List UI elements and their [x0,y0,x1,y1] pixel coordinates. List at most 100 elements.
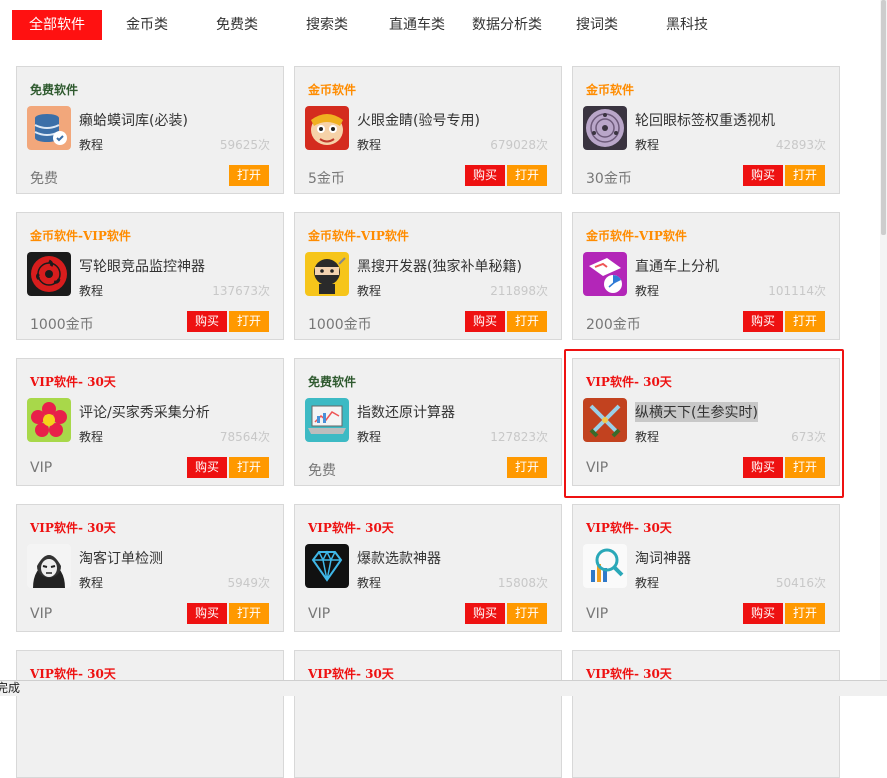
flower-icon[interactable] [27,398,71,442]
usage-count: 42893次 [775,138,826,152]
price-label: VIP [308,606,331,622]
usage-count: 127823次 [490,430,548,444]
open-button[interactable]: 打开 [785,165,825,186]
open-button[interactable]: 打开 [507,457,547,478]
usage-count: 59625次 [219,138,270,152]
tutorial-link[interactable]: 教程 [357,136,381,153]
buy-button[interactable]: 购买 [187,457,227,478]
usage-count: 101114次 [768,284,826,298]
buy-button[interactable]: 购买 [743,165,783,186]
tab-keyword-search[interactable]: 搜词类 [562,10,632,40]
ninja-icon[interactable] [305,252,349,296]
tutorial-link[interactable]: 教程 [635,136,659,153]
tutorial-link[interactable]: 教程 [79,282,103,299]
buy-button[interactable]: 购买 [465,165,505,186]
price-label: VIP [586,606,609,622]
tutorial-link[interactable]: 教程 [357,574,381,591]
price-label: 5金币 [308,171,345,187]
price-label: 30金币 [586,171,632,187]
usage-count: 78564次 [219,430,270,444]
category-tabs: 全部软件 金币类 免费类 搜索类 直通车类 数据分析类 搜词类 黑科技 [0,0,880,50]
sharingan-eye-icon[interactable] [27,252,71,296]
open-button[interactable]: 打开 [785,603,825,624]
buy-button[interactable]: 购买 [187,603,227,624]
software-card: 金币软件-VIP软件 直通车上分机 教程 101114次 200金币 购买 打开 [572,212,840,340]
card-type-label: VIP软件- 30天 [308,521,394,535]
software-name[interactable]: 黑搜开发器(独家补单秘籍) [357,256,522,276]
price-label: 1000金币 [308,317,372,333]
open-button[interactable]: 打开 [785,311,825,332]
software-card: VIP软件- 30天 爆款选款神器 教程 15808次 VIP 购买 打开 [294,504,562,632]
tab-free[interactable]: 免费类 [202,10,272,40]
software-card: 免费软件 癞蛤蟆词库(必装) 教程 59625次 免费 打开 [16,66,284,194]
tab-through-train[interactable]: 直通车类 [382,10,452,40]
card-type-label: 免费软件 [30,83,79,97]
tutorial-link[interactable]: 教程 [357,282,381,299]
pie-chart-icon[interactable] [583,252,627,296]
software-name[interactable]: 评论/买家秀采集分析 [79,402,210,422]
tutorial-link[interactable]: 教程 [357,428,381,445]
buy-button[interactable]: 购买 [465,603,505,624]
laptop-chart-icon[interactable] [305,398,349,442]
usage-count: 679028次 [490,138,548,152]
rinnegan-eye-icon[interactable] [583,106,627,150]
tab-black-tech[interactable]: 黑科技 [652,10,722,40]
open-button[interactable]: 打开 [229,603,269,624]
card-type-label: 免费软件 [308,375,357,389]
usage-count: 137673次 [212,284,270,298]
tutorial-link[interactable]: 教程 [79,428,103,445]
price-label: 免费 [308,463,336,479]
tutorial-link[interactable]: 教程 [635,574,659,591]
software-card: 免费软件 指数还原计算器 教程 127823次 免费 打开 [294,358,562,486]
software-name[interactable]: 火眼金睛(验号专用) [357,110,480,130]
price-label: VIP [30,460,53,476]
tab-gold-coin[interactable]: 金币类 [112,10,182,40]
vertical-scrollbar[interactable] [880,0,887,680]
software-card: VIP软件- 30天 [294,650,562,778]
software-name[interactable]: 写轮眼竞品监控神器 [79,256,205,276]
buy-button[interactable]: 购买 [743,603,783,624]
software-name[interactable]: 直通车上分机 [635,256,719,276]
tutorial-link[interactable]: 教程 [635,282,659,299]
card-type-label: 金币软件-VIP软件 [308,229,409,243]
software-name[interactable]: 轮回眼标签权重透视机 [635,110,775,130]
highlight-frame [564,349,844,498]
software-card: VIP软件- 30天 淘词神器 教程 50416次 VIP 购买 打开 [572,504,840,632]
tutorial-link[interactable]: 教程 [79,136,103,153]
software-name[interactable]: 癞蛤蟆词库(必装) [79,110,188,130]
status-text: 完成 [0,681,21,695]
tab-data-analysis[interactable]: 数据分析类 [467,10,547,40]
open-button[interactable]: 打开 [507,603,547,624]
open-button[interactable]: 打开 [507,165,547,186]
software-name[interactable]: 爆款选款神器 [357,548,441,568]
software-card: 金币软件 火眼金睛(验号专用) 教程 679028次 5金币 购买 打开 [294,66,562,194]
usage-count: 50416次 [775,576,826,590]
monkey-king-icon[interactable] [305,106,349,150]
hooded-figure-icon[interactable] [27,544,71,588]
buy-button[interactable]: 购买 [743,311,783,332]
open-button[interactable]: 打开 [229,457,269,478]
software-card: VIP软件- 30天 [572,650,840,778]
scrollbar-thumb[interactable] [881,0,886,235]
tab-all-software[interactable]: 全部软件 [12,10,102,40]
open-button[interactable]: 打开 [229,311,269,332]
price-label: VIP [30,606,53,622]
buy-button[interactable]: 购买 [465,311,505,332]
diamond-icon[interactable] [305,544,349,588]
open-button[interactable]: 打开 [229,165,269,186]
buy-button[interactable]: 购买 [187,311,227,332]
card-type-label: VIP软件- 30天 [30,521,116,535]
open-button[interactable]: 打开 [507,311,547,332]
software-card: 金币软件-VIP软件 黑搜开发器(独家补单秘籍) 教程 211898次 1000… [294,212,562,340]
usage-count: 211898次 [490,284,548,298]
software-name[interactable]: 淘词神器 [635,548,691,568]
price-label: 200金币 [586,317,641,333]
database-icon[interactable] [27,106,71,150]
magnifier-chart-icon[interactable] [583,544,627,588]
tutorial-link[interactable]: 教程 [79,574,103,591]
tab-search[interactable]: 搜索类 [292,10,362,40]
software-name[interactable]: 指数还原计算器 [357,402,455,422]
software-name[interactable]: 淘客订单检测 [79,548,163,568]
card-type-label: 金币软件 [586,83,635,97]
price-label: 1000金币 [30,317,94,333]
